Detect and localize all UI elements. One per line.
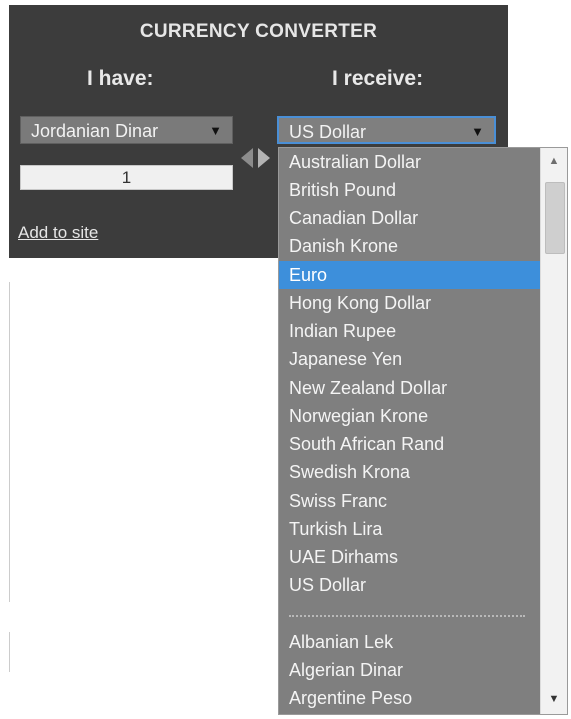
- scrollbar-thumb[interactable]: [545, 182, 565, 254]
- dropdown-option-japanese-yen[interactable]: Japanese Yen: [279, 345, 541, 373]
- scroll-down-arrow-icon[interactable]: ▼: [541, 688, 567, 710]
- dropdown-option-indian-rupee[interactable]: Indian Rupee: [279, 317, 541, 345]
- to-currency-select[interactable]: US Dollar ▼: [277, 116, 496, 144]
- dropdown-option-south-african-rand[interactable]: South African Rand: [279, 430, 541, 458]
- dropdown-option-us-dollar[interactable]: US Dollar: [279, 571, 541, 599]
- dropdown-option-australian-dollar[interactable]: Australian Dollar: [279, 148, 541, 176]
- dropdown-option-british-pound[interactable]: British Pound: [279, 176, 541, 204]
- i-receive-label: I receive:: [332, 67, 424, 90]
- add-to-site-link[interactable]: Add to site: [18, 223, 98, 243]
- amount-input[interactable]: 1: [20, 165, 233, 190]
- dropdown-option-new-zealand-dollar[interactable]: New Zealand Dollar: [279, 374, 541, 402]
- scroll-up-arrow-icon[interactable]: ▲: [541, 150, 567, 172]
- caret-down-icon: ▼: [471, 124, 484, 139]
- dropdown-option-uae-dirhams[interactable]: UAE Dirhams: [279, 543, 541, 571]
- divider-line: [9, 282, 10, 602]
- dropdown-scrollbar[interactable]: ▲ ▼: [540, 148, 567, 714]
- dropdown-option-algerian-dinar[interactable]: Algerian Dinar: [279, 656, 541, 684]
- dropdown-option-albanian-lek[interactable]: Albanian Lek: [279, 628, 541, 656]
- currency-dropdown-list[interactable]: Australian Dollar British Pound Canadian…: [278, 147, 568, 715]
- divider-line: [9, 632, 10, 672]
- to-currency-value: US Dollar: [289, 122, 367, 142]
- dropdown-separator: [289, 615, 525, 617]
- dropdown-option-swedish-krona[interactable]: Swedish Krona: [279, 458, 541, 486]
- dropdown-option-turkish-lira[interactable]: Turkish Lira: [279, 515, 541, 543]
- from-currency-value: Jordanian Dinar: [31, 121, 159, 141]
- widget-title: CURRENCY CONVERTER: [139, 21, 378, 42]
- caret-down-icon: ▼: [209, 123, 222, 138]
- dropdown-option-euro[interactable]: Euro: [279, 261, 541, 289]
- from-currency-select[interactable]: Jordanian Dinar ▼: [20, 116, 233, 144]
- dropdown-option-hong-kong-dollar[interactable]: Hong Kong Dollar: [279, 289, 541, 317]
- dropdown-option-swiss-franc[interactable]: Swiss Franc: [279, 487, 541, 515]
- dropdown-option-canadian-dollar[interactable]: Canadian Dollar: [279, 204, 541, 232]
- dropdown-option-norwegian-krone[interactable]: Norwegian Krone: [279, 402, 541, 430]
- dropdown-option-argentine-peso[interactable]: Argentine Peso: [279, 684, 541, 712]
- swap-arrows-icon[interactable]: [239, 145, 273, 171]
- dropdown-option-danish-krone[interactable]: Danish Krone: [279, 232, 541, 260]
- i-have-label: I have:: [87, 67, 154, 90]
